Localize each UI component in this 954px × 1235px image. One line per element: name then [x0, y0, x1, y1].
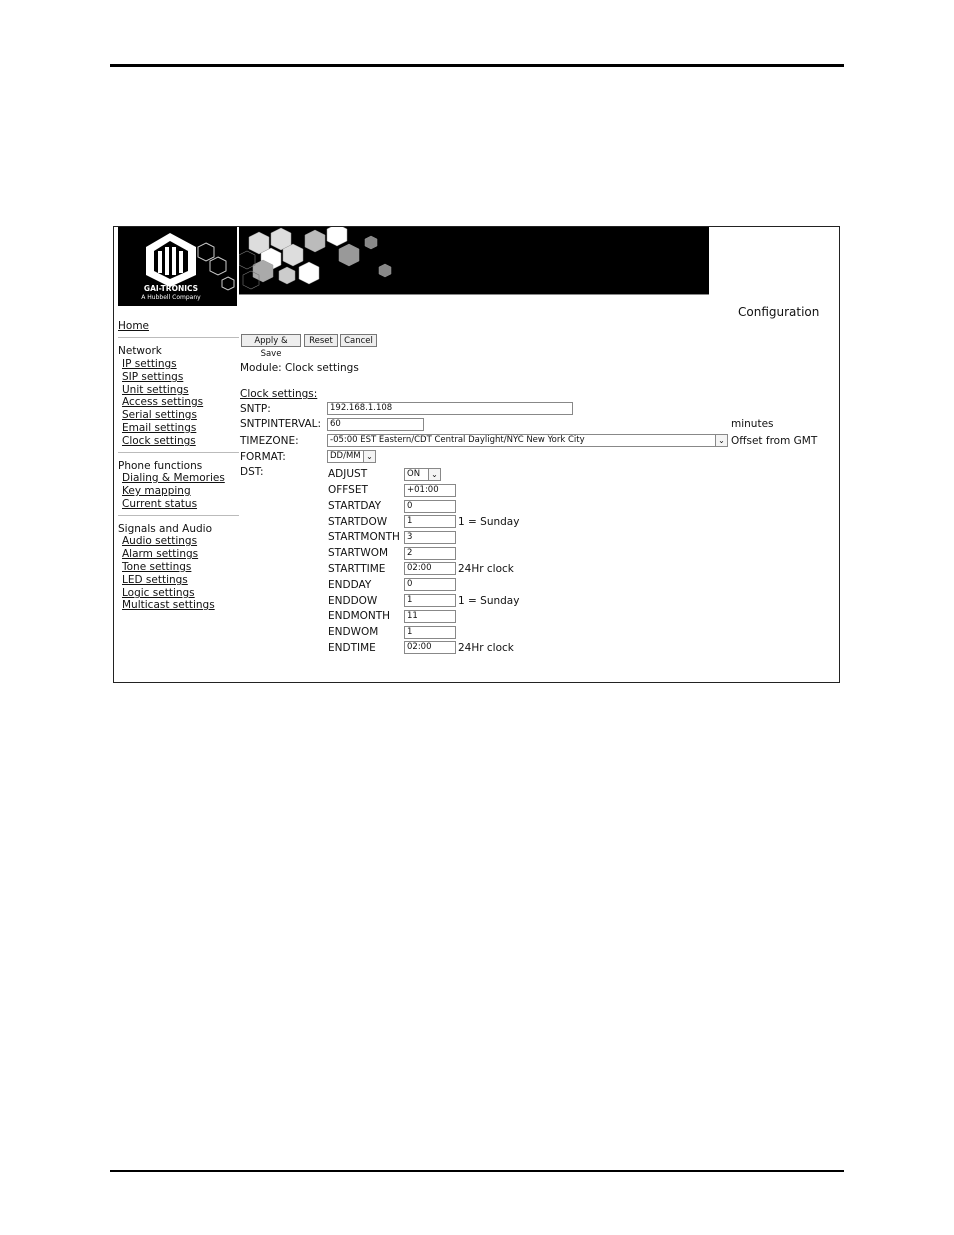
- dst-enddow-note: 1 = Sunday: [458, 595, 520, 607]
- nav-sip-settings[interactable]: SIP settings: [122, 371, 183, 383]
- dst-endtime-label: ENDTIME: [328, 642, 376, 654]
- timezone-label: TIMEZONE:: [240, 435, 299, 447]
- nav-email-settings[interactable]: Email settings: [122, 422, 196, 434]
- banner-cubes-graphic: [238, 223, 709, 295]
- logo-tagline: A Hubbell Company: [141, 294, 201, 301]
- dst-enddow-input[interactable]: 1: [404, 594, 456, 607]
- dst-adjust-value: ON: [407, 469, 421, 479]
- cancel-button[interactable]: Cancel: [340, 334, 377, 347]
- nav-home-link[interactable]: Home: [118, 320, 149, 332]
- dst-starttime-note: 24Hr clock: [458, 563, 514, 575]
- dst-endwom-label: ENDWOM: [328, 626, 379, 638]
- dst-startday-label: STARTDAY: [328, 500, 382, 512]
- timezone-value: -05:00 EST Eastern/CDT Central Daylight/…: [330, 435, 585, 445]
- dst-startdow-label: STARTDOW: [328, 516, 388, 528]
- dst-endday-label: ENDDAY: [328, 579, 372, 591]
- dst-endwom-input[interactable]: 1: [404, 626, 456, 639]
- format-label: FORMAT:: [240, 451, 286, 463]
- company-logo: GAI-TRONICS A Hubbell Company: [118, 227, 237, 306]
- page-title: Configuration: [738, 305, 820, 319]
- chevron-down-icon: ⌄: [428, 469, 440, 480]
- nav-logic-settings[interactable]: Logic settings: [122, 587, 195, 599]
- dst-endtime-note: 24Hr clock: [458, 642, 514, 654]
- banner-underline: [239, 294, 709, 295]
- dst-startday-input[interactable]: 0: [404, 500, 456, 513]
- sntp-input[interactable]: 192.168.1.108: [327, 402, 573, 415]
- nav-divider: [118, 337, 239, 338]
- dst-endmonth-input[interactable]: 11: [404, 610, 456, 623]
- dst-starttime-label: STARTTIME: [328, 563, 386, 575]
- sntpinterval-label: SNTPINTERVAL:: [240, 418, 322, 430]
- nav-divider: [118, 515, 239, 516]
- nav-alarm-settings[interactable]: Alarm settings: [122, 548, 198, 560]
- nav-ip-settings[interactable]: IP settings: [122, 358, 177, 370]
- dst-offset-input[interactable]: +01:00: [404, 484, 456, 497]
- dst-starttime-input[interactable]: 02:00: [404, 562, 456, 575]
- sntp-label: SNTP:: [240, 403, 271, 415]
- nav-serial-settings[interactable]: Serial settings: [122, 409, 197, 421]
- nav-current-status[interactable]: Current status: [122, 498, 197, 510]
- dst-enddow-label: ENDDOW: [328, 595, 378, 607]
- nav-dialing-memories[interactable]: Dialing & Memories: [122, 472, 225, 484]
- format-value: DD/MM: [330, 451, 361, 461]
- nav-network-heading: Network: [118, 345, 162, 357]
- timezone-select[interactable]: -05:00 EST Eastern/CDT Central Daylight/…: [327, 434, 728, 447]
- timezone-note: Offset from GMT: [731, 435, 818, 447]
- dst-startdow-input[interactable]: 1: [404, 515, 456, 528]
- nav-clock-settings[interactable]: Clock settings: [122, 435, 196, 447]
- dst-startmonth-input[interactable]: 3: [404, 531, 456, 544]
- sntpinterval-unit: minutes: [731, 418, 774, 430]
- nav-signals-heading: Signals and Audio: [118, 523, 212, 535]
- apply-save-button[interactable]: Apply & Save: [241, 334, 301, 359]
- chevron-down-icon: ⌄: [715, 435, 727, 446]
- dst-endtime-input[interactable]: 02:00: [404, 641, 456, 654]
- page-bottom-rule: [110, 1170, 844, 1172]
- dst-endmonth-label: ENDMONTH: [328, 610, 391, 622]
- page-top-rule: [110, 64, 844, 67]
- nav-divider: [118, 452, 239, 453]
- nav-led-settings[interactable]: LED settings: [122, 574, 188, 586]
- module-title: Module: Clock settings: [240, 362, 359, 374]
- dst-startmonth-label: STARTMONTH: [328, 531, 400, 543]
- format-select[interactable]: DD/MM ⌄: [327, 450, 376, 463]
- dst-adjust-label: ADJUST: [328, 468, 368, 480]
- reset-button[interactable]: Reset: [304, 334, 338, 347]
- nav-audio-settings[interactable]: Audio settings: [122, 535, 197, 547]
- dst-label: DST:: [240, 466, 264, 478]
- logo-company-name: GAI-TRONICS: [143, 284, 199, 293]
- dst-endday-input[interactable]: 0: [404, 578, 456, 591]
- nav-key-mapping[interactable]: Key mapping: [122, 485, 191, 497]
- nav-unit-settings[interactable]: Unit settings: [122, 384, 189, 396]
- nav-phone-heading: Phone functions: [118, 460, 203, 472]
- dst-offset-label: OFFSET: [328, 484, 368, 496]
- dst-startwom-input[interactable]: 2: [404, 547, 456, 560]
- nav-access-settings[interactable]: Access settings: [122, 396, 203, 408]
- dst-adjust-select[interactable]: ON ⌄: [404, 468, 441, 481]
- nav-multicast-settings[interactable]: Multicast settings: [122, 599, 215, 611]
- dst-startwom-label: STARTWOM: [328, 547, 389, 559]
- section-heading: Clock settings:: [240, 388, 318, 400]
- cubes-decoration-icon: [238, 223, 392, 290]
- nav-tone-settings[interactable]: Tone settings: [122, 561, 191, 573]
- dst-startdow-note: 1 = Sunday: [458, 516, 520, 528]
- sntpinterval-input[interactable]: 60: [327, 418, 424, 431]
- chevron-down-icon: ⌄: [363, 451, 375, 462]
